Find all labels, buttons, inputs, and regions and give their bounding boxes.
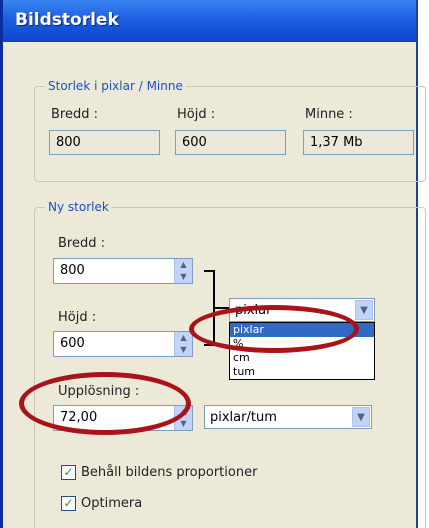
highlight-ellipse-resolution <box>19 372 191 435</box>
spin-down-icon[interactable]: ▼ <box>175 271 192 283</box>
keep-proportions-checkbox[interactable]: ✓ <box>61 465 76 480</box>
chevron-down-icon[interactable]: ▼ <box>352 407 370 427</box>
chevron-down-icon[interactable]: ▼ <box>355 300 373 320</box>
spin-up-icon[interactable]: ▲ <box>175 332 192 344</box>
highlight-ellipse-unit <box>189 305 359 353</box>
current-size-legend: Storlek i pixlar / Minne <box>45 79 186 93</box>
new-height-value: 600 <box>60 336 85 351</box>
new-size-legend: Ny storlek <box>45 200 112 214</box>
current-height-label: Höjd : <box>177 107 216 122</box>
new-width-label: Bredd : <box>58 236 105 251</box>
keep-proportions-label[interactable]: Behåll bildens proportioner <box>81 465 257 480</box>
checkmark-icon: ✓ <box>63 496 74 510</box>
unit-option-tum[interactable]: tum <box>230 365 374 379</box>
new-height-spin-buttons[interactable]: ▲ ▼ <box>174 332 192 356</box>
spin-up-icon[interactable]: ▲ <box>175 259 192 271</box>
current-width-field: 800 <box>49 130 160 155</box>
resolution-unit-select[interactable]: pixlar/tum ▼ <box>204 405 372 429</box>
current-height-field: 600 <box>175 130 286 155</box>
current-width-label: Bredd : <box>51 107 98 122</box>
new-width-spinner[interactable]: 800 ▲ ▼ <box>53 258 193 284</box>
checkmark-icon: ✓ <box>63 465 74 479</box>
unit-option-cm[interactable]: cm <box>230 351 374 365</box>
spin-down-icon[interactable]: ▼ <box>175 344 192 356</box>
new-width-spin-buttons[interactable]: ▲ ▼ <box>174 259 192 283</box>
new-width-value: 800 <box>60 263 85 278</box>
optimize-checkbox[interactable]: ✓ <box>61 496 76 511</box>
new-height-label: Höjd : <box>58 310 97 325</box>
new-height-spinner[interactable]: 600 ▲ ▼ <box>53 331 193 357</box>
current-memory-label: Minne : <box>305 107 353 122</box>
image-size-dialog: Bildstorlek Storlek i pixlar / Minne Bre… <box>0 0 426 528</box>
optimize-label[interactable]: Optimera <box>81 496 142 511</box>
current-memory-field: 1,37 Mb <box>303 130 414 155</box>
resolution-unit-selected: pixlar/tum <box>210 410 277 425</box>
window-title: Bildstorlek <box>15 10 119 30</box>
title-bar[interactable]: Bildstorlek <box>3 0 416 42</box>
